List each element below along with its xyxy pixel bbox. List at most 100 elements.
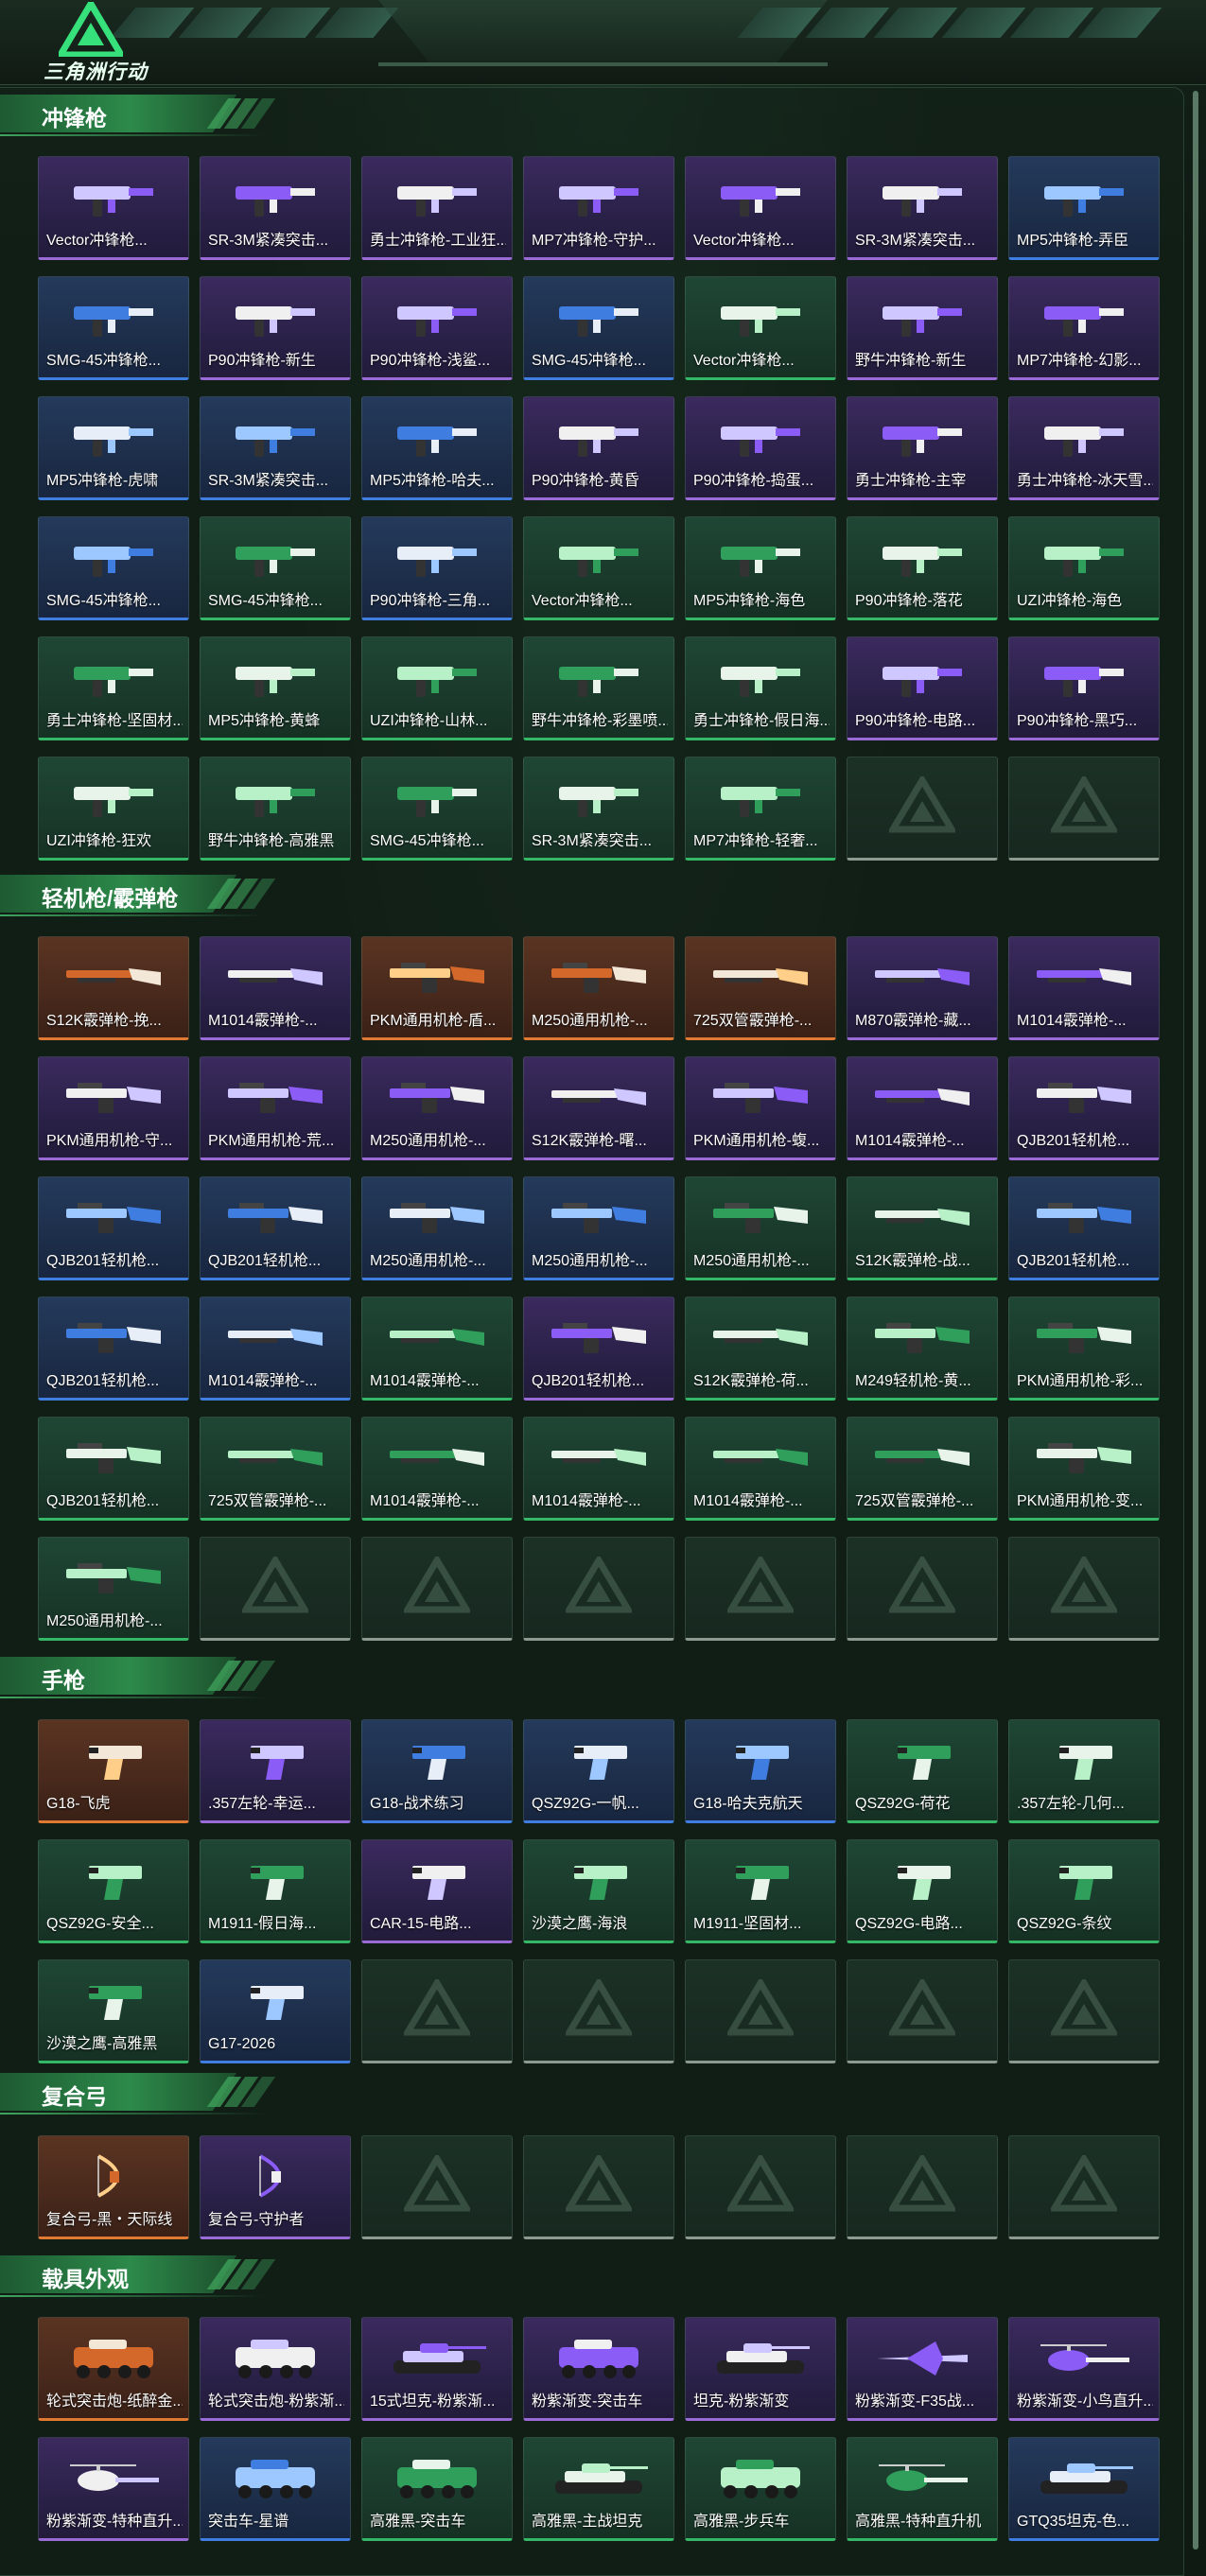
skin-card[interactable]: 粉紫渐变-小鸟直升... [1008,2317,1160,2421]
skin-card[interactable]: QJB201轻机枪... [523,1297,674,1401]
skin-card[interactable]: P90冲锋枪-三角... [361,516,513,620]
skin-card[interactable]: 野牛冲锋枪-高雅黑 [200,757,351,861]
skin-card[interactable]: QJB201轻机枪... [1008,1056,1160,1160]
skin-card[interactable]: SR-3M紧凑突击... [523,757,674,861]
skin-card[interactable]: PKM通用机枪-守... [38,1056,189,1160]
skin-card[interactable]: Vector冲锋枪... [523,516,674,620]
skin-card[interactable]: MP7冲锋枪-幻影... [1008,276,1160,380]
skin-card[interactable]: MP5冲锋枪-虎啸 [38,396,189,500]
skin-card[interactable]: M249轻机枪-黄... [847,1297,998,1401]
skin-card[interactable]: QSZ92G-荷花 [847,1719,998,1823]
skin-card[interactable]: SMG-45冲锋枪... [38,516,189,620]
skin-card[interactable]: P90冲锋枪-落花 [847,516,998,620]
skin-card[interactable]: SR-3M紧凑突击... [200,396,351,500]
skin-card[interactable]: M250通用机枪-... [523,1176,674,1280]
skin-card[interactable]: SR-3M紧凑突击... [847,156,998,260]
skin-card[interactable]: S12K霰弹枪-挽... [38,936,189,1040]
skin-card[interactable]: M1911-坚固材... [685,1839,836,1943]
skin-card[interactable]: SMG-45冲锋枪... [200,516,351,620]
skin-card[interactable]: 粉紫渐变-突击车 [523,2317,674,2421]
skin-card[interactable]: 复合弓-黑・天际线 [38,2135,189,2239]
skin-card[interactable]: 高雅黑-步兵车 [685,2437,836,2541]
skin-card[interactable]: .357左轮-幸运... [200,1719,351,1823]
skin-card[interactable]: MP7冲锋枪-守护... [523,156,674,260]
skin-card[interactable]: 勇士冲锋枪-主宰 [847,396,998,500]
skin-card[interactable]: 野牛冲锋枪-彩墨喷... [523,636,674,740]
skin-card[interactable]: M250通用机枪-... [38,1537,189,1641]
skin-card[interactable]: Vector冲锋枪... [685,276,836,380]
skin-card[interactable]: M1014霰弹枪-... [361,1417,513,1521]
skin-card[interactable]: G17-2026 [200,1959,351,2063]
skin-card[interactable]: UZI冲锋枪-狂欢 [38,757,189,861]
skin-card[interactable]: PKM通用机枪-变... [1008,1417,1160,1521]
skin-card[interactable]: 粉紫渐变-特种直升... [38,2437,189,2541]
skin-card[interactable]: PKM通用机枪-彩... [1008,1297,1160,1401]
skin-card[interactable]: 野牛冲锋枪-新生 [847,276,998,380]
skin-card[interactable]: 高雅黑-突击车 [361,2437,513,2541]
skin-card[interactable]: CAR-15-电路... [361,1839,513,1943]
skin-card[interactable]: M1014霰弹枪-... [200,936,351,1040]
skin-card[interactable]: P90冲锋枪-黑巧... [1008,636,1160,740]
skin-card[interactable]: 粉紫渐变-F35战... [847,2317,998,2421]
skin-card[interactable]: M1014霰弹枪-... [1008,936,1160,1040]
skin-card[interactable]: UZI冲锋枪-山林... [361,636,513,740]
skin-card[interactable]: 勇士冲锋枪-工业狂... [361,156,513,260]
skin-card[interactable]: QJB201轻机枪... [200,1176,351,1280]
skin-card[interactable]: QSZ92G-安全... [38,1839,189,1943]
skin-card[interactable]: S12K霰弹枪-曙... [523,1056,674,1160]
skin-card[interactable]: M250通用机枪-... [523,936,674,1040]
skin-card[interactable]: P90冲锋枪-捣蛋... [685,396,836,500]
skin-card[interactable]: P90冲锋枪-浅鲨... [361,276,513,380]
skin-card[interactable]: M1911-假日海... [200,1839,351,1943]
skin-card[interactable]: G18-哈夫克航天 [685,1719,836,1823]
skin-card[interactable]: MP5冲锋枪-哈夫... [361,396,513,500]
skin-card[interactable]: 725双管霰弹枪-... [200,1417,351,1521]
skin-card[interactable]: SMG-45冲锋枪... [361,757,513,861]
skin-card[interactable]: 坦克-粉紫渐变 [685,2317,836,2421]
skin-card[interactable]: M870霰弹枪-藏... [847,936,998,1040]
skin-card[interactable]: S12K霰弹枪-荷... [685,1297,836,1401]
skin-card[interactable]: 高雅黑-特种直升机 [847,2437,998,2541]
skin-card[interactable]: 突击车-星谱 [200,2437,351,2541]
skin-card[interactable]: 15式坦克-粉紫渐... [361,2317,513,2421]
skin-card[interactable]: SMG-45冲锋枪... [523,276,674,380]
skin-card[interactable]: QSZ92G-条纹 [1008,1839,1160,1943]
skin-card[interactable]: 沙漠之鹰-高雅黑 [38,1959,189,2063]
skin-card[interactable]: 复合弓-守护者 [200,2135,351,2239]
skin-card[interactable]: P90冲锋枪-黄昏 [523,396,674,500]
skin-card[interactable]: P90冲锋枪-新生 [200,276,351,380]
skin-card[interactable]: 勇士冲锋枪-假日海... [685,636,836,740]
skin-card[interactable]: QJB201轻机枪... [1008,1176,1160,1280]
skin-card[interactable]: 勇士冲锋枪-冰天雪... [1008,396,1160,500]
skin-card[interactable]: GTQ35坦克-色... [1008,2437,1160,2541]
skin-card[interactable]: QSZ92G-电路... [847,1839,998,1943]
skin-card[interactable]: UZI冲锋枪-海色 [1008,516,1160,620]
skin-card[interactable]: QSZ92G-一帆... [523,1719,674,1823]
skin-card[interactable]: 高雅黑-主战坦克 [523,2437,674,2541]
skin-card[interactable]: M1014霰弹枪-... [523,1417,674,1521]
skin-card[interactable]: PKM通用机枪-蝮... [685,1056,836,1160]
skin-card[interactable]: MP5冲锋枪-黄蜂 [200,636,351,740]
skin-card[interactable]: M1014霰弹枪-... [361,1297,513,1401]
skin-card[interactable]: P90冲锋枪-电路... [847,636,998,740]
skin-card[interactable]: 轮式突击炮-粉紫渐... [200,2317,351,2421]
skin-card[interactable]: 勇士冲锋枪-坚固材... [38,636,189,740]
skin-card[interactable]: QJB201轻机枪... [38,1417,189,1521]
skin-card[interactable]: M250通用机枪-... [685,1176,836,1280]
skin-card[interactable]: QJB201轻机枪... [38,1297,189,1401]
skin-card[interactable]: MP5冲锋枪-海色 [685,516,836,620]
skin-card[interactable]: G18-战术练习 [361,1719,513,1823]
skin-card[interactable]: M250通用机枪-... [361,1056,513,1160]
skin-card[interactable]: 725双管霰弹枪-... [685,936,836,1040]
skin-card[interactable]: Vector冲锋枪... [685,156,836,260]
scrollbar-thumb[interactable] [1193,91,1198,2550]
skin-card[interactable]: 725双管霰弹枪-... [847,1417,998,1521]
skin-card[interactable]: M1014霰弹枪-... [847,1056,998,1160]
skin-card[interactable]: .357左轮-几何... [1008,1719,1160,1823]
skin-card[interactable]: M250通用机枪-... [361,1176,513,1280]
skin-card[interactable]: MP7冲锋枪-轻奢... [685,757,836,861]
skin-card[interactable]: SR-3M紧凑突击... [200,156,351,260]
skin-card[interactable]: PKM通用机枪-荒... [200,1056,351,1160]
skin-card[interactable]: 沙漠之鹰-海浪 [523,1839,674,1943]
skin-card[interactable]: 轮式突击炮-纸醉金... [38,2317,189,2421]
